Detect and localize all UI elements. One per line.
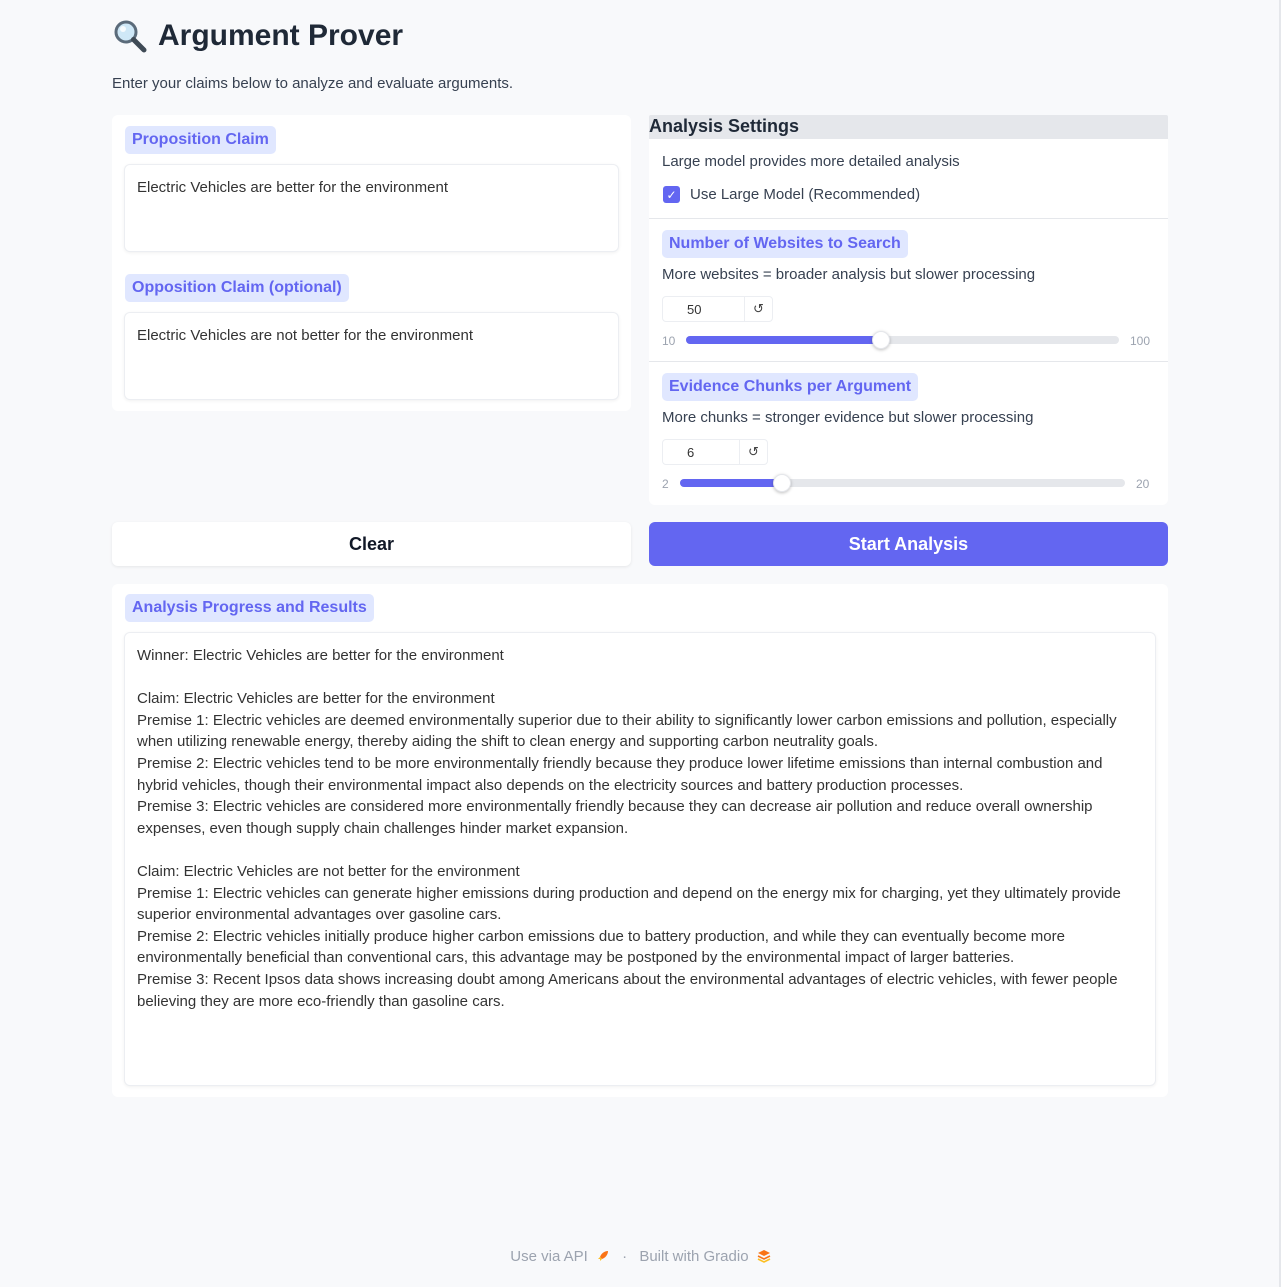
results-output[interactable]: Winner: Electric Vehicles are better for… — [124, 632, 1156, 1086]
built-with-gradio-link[interactable]: Built with Gradio — [639, 1248, 771, 1265]
websites-slider-handle[interactable] — [871, 331, 890, 349]
reset-icon[interactable]: ↺ — [744, 297, 772, 321]
proposition-input[interactable]: Electric Vehicles are better for the env… — [124, 164, 619, 252]
opposition-input[interactable]: Electric Vehicles are not better for the… — [124, 312, 619, 400]
websites-number-input[interactable]: 50 ↺ — [662, 296, 773, 322]
winner-text: Winner: Electric Vehicles are better for… — [137, 647, 504, 664]
chunks-label: Evidence Chunks per Argument — [662, 373, 919, 401]
results-label: Analysis Progress and Results — [125, 594, 374, 622]
chunks-value[interactable]: 6 — [663, 445, 739, 460]
claim-text: Claim: Electric Vehicles are better for … — [137, 690, 495, 708]
divider — [649, 361, 1168, 362]
claims-panel: Proposition Claim Electric Vehicles are … — [112, 115, 631, 411]
page-title: Argument Prover — [158, 19, 404, 52]
use-large-model-checkbox[interactable]: ✓ — [663, 186, 680, 203]
page-subtitle: Enter your claims below to analyze and e… — [112, 75, 514, 92]
chunks-max: 20 — [1136, 477, 1150, 491]
premise-text: Premise 2: Electric vehicles initially p… — [137, 927, 1065, 967]
chunks-slider-fill — [680, 479, 783, 487]
footer: Use via API · Built with Gradio — [0, 1248, 1281, 1265]
chunks-min: 2 — [662, 477, 669, 491]
settings-heading[interactable]: Analysis Settings — [649, 115, 1168, 139]
reset-icon[interactable]: ↺ — [739, 440, 767, 464]
divider — [649, 218, 1168, 219]
results-panel: Analysis Progress and Results Winner: El… — [112, 584, 1168, 1097]
websites-slider-fill — [686, 336, 881, 344]
opposition-label: Opposition Claim (optional) — [125, 274, 349, 302]
websites-label: Number of Websites to Search — [662, 230, 908, 258]
clear-button[interactable]: Clear — [112, 522, 631, 566]
start-analysis-button[interactable]: Start Analysis — [649, 522, 1168, 566]
chunks-number-input[interactable]: 6 ↺ — [662, 439, 768, 465]
websites-info: More websites = broader analysis but slo… — [662, 266, 1036, 283]
footer-separator: · — [622, 1248, 628, 1265]
model-checkbox-row[interactable]: ✓ Use Large Model (Recommended) — [663, 186, 920, 203]
magnifying-glass-icon — [114, 20, 147, 53]
rocket-icon — [597, 1251, 608, 1261]
api-link-label: Use via API — [510, 1248, 588, 1265]
websites-min: 10 — [662, 334, 676, 348]
gradio-link-label: Built with Gradio — [639, 1248, 749, 1265]
model-info: Large model provides more detailed analy… — [662, 153, 960, 170]
chunks-slider-handle[interactable] — [773, 474, 792, 492]
chunks-slider[interactable] — [680, 474, 1125, 492]
gradio-logo-icon — [757, 1250, 771, 1263]
claim-text: Claim: Electric Vehicles are not better … — [137, 862, 520, 880]
premise-text: Premise 2: Electric vehicles tend to be … — [137, 754, 1103, 794]
websites-value[interactable]: 50 — [663, 302, 744, 317]
premise-text: Premise 3: Recent Ipsos data shows incre… — [137, 970, 1118, 1010]
premise-text: Premise 1: Electric vehicles are deemed … — [137, 711, 1117, 751]
websites-slider[interactable] — [686, 331, 1119, 349]
settings-panel: Analysis Settings Large model provides m… — [649, 115, 1168, 505]
checkbox-label: Use Large Model (Recommended) — [690, 186, 921, 203]
premise-text: Premise 1: Electric vehicles can generat… — [137, 884, 1121, 924]
use-via-api-link[interactable]: Use via API — [510, 1248, 614, 1265]
websites-max: 100 — [1130, 334, 1151, 348]
page-header: Argument Prover — [112, 18, 403, 54]
premise-text: Premise 3: Electric vehicles are conside… — [137, 798, 1093, 837]
proposition-label: Proposition Claim — [125, 126, 276, 154]
chunks-info: More chunks = stronger evidence but slow… — [662, 409, 1034, 426]
